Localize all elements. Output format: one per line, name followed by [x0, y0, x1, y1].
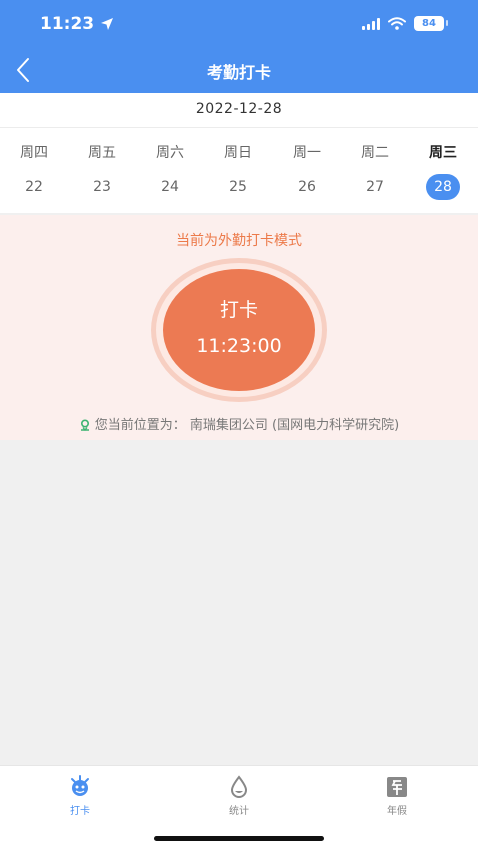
- punch-button[interactable]: 打卡 11:23:00: [163, 269, 315, 391]
- current-date: 2022-12-28: [0, 93, 478, 127]
- statistics-icon: [230, 775, 248, 798]
- location-text: 您当前位置为： 南瑞集团公司 (国网电力科学研究院): [94, 418, 400, 433]
- day-number: 28: [426, 174, 460, 200]
- weekday-label: 周六: [156, 145, 184, 161]
- status-time: 11:23: [40, 14, 114, 34]
- day-number: 26: [298, 179, 316, 195]
- location-arrow-icon: [101, 18, 114, 30]
- tab-label: 年假: [387, 806, 407, 817]
- punch-icon: [71, 775, 89, 796]
- weekday-label: 周五: [88, 145, 116, 161]
- weekday-label: 周日: [224, 145, 252, 161]
- weekday-label: 周四: [20, 145, 48, 161]
- tab-annual-leave[interactable]: 年假: [362, 774, 432, 817]
- status-indicators: 84: [362, 16, 448, 31]
- day-number: 23: [93, 179, 111, 195]
- cellular-signal-icon: [362, 17, 380, 30]
- day-item-selected[interactable]: 周三 28: [413, 128, 473, 214]
- day-item[interactable]: 周日 25: [208, 128, 268, 214]
- day-number: 25: [229, 179, 247, 195]
- top-bar: 11:23 84 考勤打卡: [0, 0, 478, 93]
- punch-time: 11:23:00: [196, 335, 282, 357]
- weekday-label: 周一: [293, 145, 321, 161]
- tab-label: 统计: [229, 806, 249, 817]
- punch-mode-text: 当前为外勤打卡模式: [176, 233, 302, 249]
- day-item[interactable]: 周一 26: [277, 128, 337, 214]
- location-pin-icon: [80, 419, 89, 431]
- weekday-label: 周二: [361, 145, 389, 161]
- status-time-text: 11:23: [40, 14, 95, 34]
- page-title: 考勤打卡: [206, 63, 271, 82]
- annual-leave-icon: [387, 777, 407, 797]
- day-item[interactable]: 周四 22: [4, 128, 64, 214]
- day-item[interactable]: 周六 24: [140, 128, 200, 214]
- weekday-label: 周三: [429, 145, 457, 161]
- day-number: 24: [161, 179, 179, 195]
- tab-punch[interactable]: 打卡: [45, 774, 115, 817]
- day-item[interactable]: 周二 27: [345, 128, 405, 214]
- day-number: 27: [366, 179, 384, 195]
- tab-label: 打卡: [70, 806, 90, 817]
- punch-panel: 当前为外勤打卡模式 打卡 11:23:00 您当前位置为： 南瑞集团公司 (国网…: [0, 215, 478, 440]
- battery-level: 84: [422, 18, 436, 29]
- current-location: 您当前位置为： 南瑞集团公司 (国网电力科学研究院): [0, 414, 478, 433]
- home-indicator: [154, 836, 324, 841]
- tab-statistics[interactable]: 统计: [204, 774, 274, 817]
- week-selector: 周四 22 周五 23 周六 24 周日 25 周一 26 周二 27 周三 2…: [0, 127, 478, 213]
- day-number: 22: [25, 179, 43, 195]
- punch-button-label: 打卡: [219, 299, 258, 321]
- wifi-icon: [388, 17, 406, 30]
- day-item[interactable]: 周五 23: [72, 128, 132, 214]
- battery-icon: 84: [414, 16, 448, 31]
